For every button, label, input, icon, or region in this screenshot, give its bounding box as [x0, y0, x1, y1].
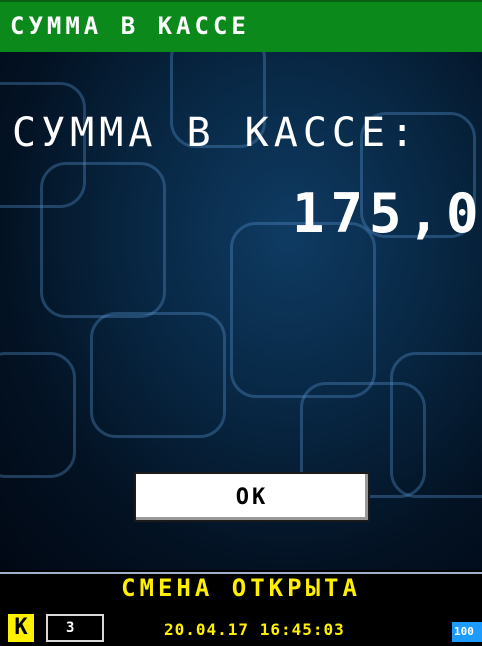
bg-pattern-shape — [0, 352, 76, 478]
battery-icon: 100 — [452, 622, 482, 642]
bg-pattern-shape — [90, 312, 226, 438]
ok-button-label: OK — [235, 484, 269, 510]
datetime: 20.04.17 16:45:03 — [164, 620, 345, 639]
number-box: 3 — [46, 614, 104, 642]
shift-status: СМЕНА ОТКРЫТА — [121, 574, 361, 602]
amount-value: 175,00 — [292, 182, 482, 245]
amount-label: СУММА В КАССЕ: — [12, 110, 420, 156]
ok-button[interactable]: OK — [134, 472, 370, 522]
k-badge: K — [8, 614, 34, 642]
window-title: СУММА В КАССЕ — [10, 12, 250, 40]
bg-pattern-shape — [230, 222, 376, 398]
title-bar: СУММА В КАССЕ — [0, 0, 482, 52]
bg-pattern-shape — [390, 352, 482, 498]
main-screen: СУММА В КАССЕ: 175,00 OK — [0, 52, 482, 570]
bg-pattern-shape — [40, 162, 166, 318]
status-bar: СМЕНА ОТКРЫТА K 3 20.04.17 16:45:03 100 — [0, 570, 482, 646]
